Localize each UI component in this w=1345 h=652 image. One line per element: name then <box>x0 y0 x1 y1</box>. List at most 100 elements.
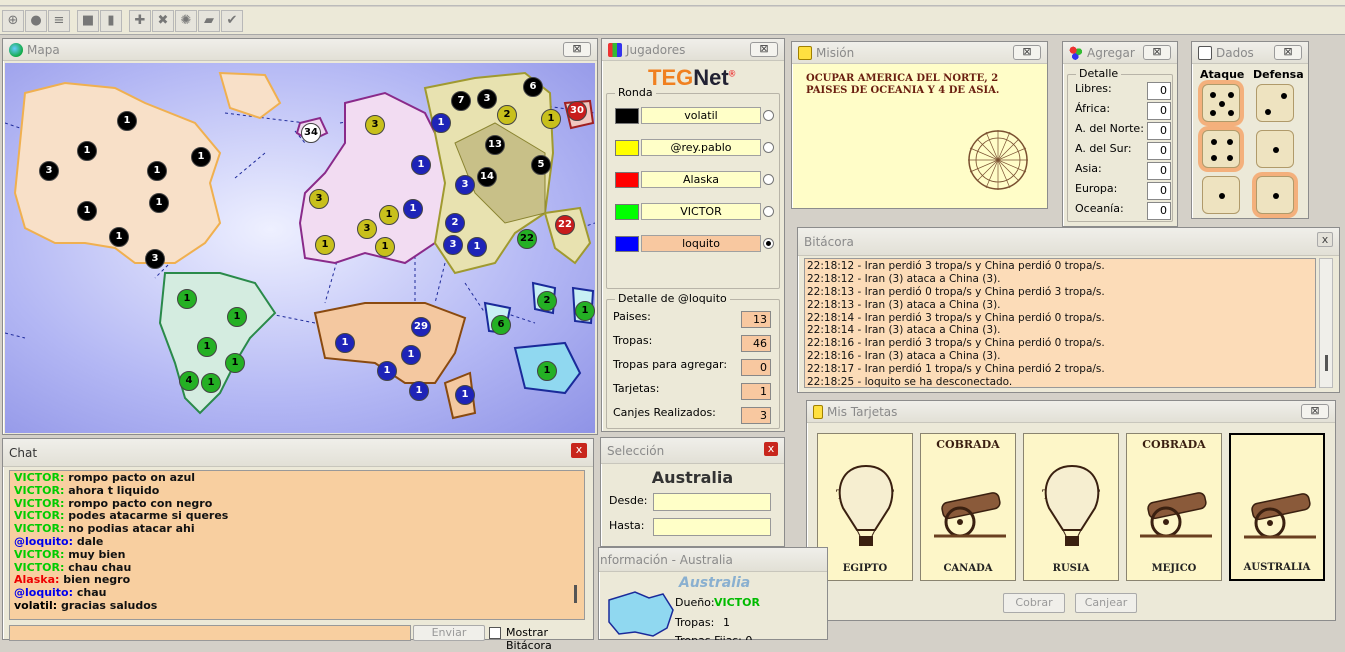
country-card[interactable]: TEGNETEGIPTO <box>817 433 913 581</box>
player-radio[interactable] <box>763 206 774 217</box>
country-card[interactable]: COBRADA MEJICO <box>1126 433 1222 581</box>
log-titlebar[interactable]: Bitácora x <box>798 228 1339 256</box>
players-titlebar[interactable]: Jugadores ⊠ <box>602 39 784 61</box>
troop-marker[interactable]: 14 <box>477 167 497 187</box>
troop-marker[interactable]: 1 <box>191 147 211 167</box>
agregar-titlebar[interactable]: Agregar ⊠ <box>1063 42 1177 64</box>
troop-marker[interactable]: 2 <box>445 213 465 233</box>
troop-marker[interactable]: 1 <box>575 301 595 321</box>
player-radio[interactable] <box>763 238 774 249</box>
troop-marker[interactable]: 4 <box>179 371 199 391</box>
add-icon[interactable]: ✚ <box>129 9 151 32</box>
troop-marker[interactable]: 22 <box>555 215 575 235</box>
chat-scroll-thumb[interactable] <box>574 585 577 603</box>
stop-icon[interactable]: ■ <box>77 9 99 32</box>
send-button[interactable]: Enviar <box>413 625 485 641</box>
troop-marker[interactable]: 3 <box>309 189 329 209</box>
chat-messages[interactable]: VICTOR: rompo pacto on azul VICTOR: ahora… <box>9 470 585 620</box>
troop-marker[interactable]: 1 <box>411 155 431 175</box>
troop-marker[interactable]: 1 <box>401 345 421 365</box>
player-radio[interactable] <box>763 110 774 121</box>
troop-marker[interactable]: 1 <box>409 381 429 401</box>
selection-close-button[interactable]: x <box>764 442 778 456</box>
dice-titlebar[interactable]: Dados ⊠ <box>1192 42 1308 64</box>
troop-marker[interactable]: 2 <box>537 291 557 311</box>
troop-marker[interactable]: 2 <box>497 105 517 125</box>
canjear-button[interactable]: Canjear <box>1075 593 1137 613</box>
troop-marker[interactable]: 1 <box>541 109 561 129</box>
country-card[interactable]: COBRADA CANADA <box>920 433 1016 581</box>
show-log-checkbox[interactable] <box>489 627 501 639</box>
player-row-4[interactable]: loquito <box>615 234 775 254</box>
player-radio[interactable] <box>763 142 774 153</box>
troop-marker[interactable]: 1 <box>201 373 221 393</box>
selection-titlebar[interactable]: Selección x <box>601 438 784 464</box>
cards-titlebar[interactable]: Mis Tarjetas ⊠ <box>807 401 1335 423</box>
player-row-1[interactable]: @rey.pablo <box>615 138 775 158</box>
troop-marker[interactable]: 1 <box>377 361 397 381</box>
troop-marker[interactable]: 1 <box>403 199 423 219</box>
mission-close-button[interactable]: ⊠ <box>1013 45 1041 60</box>
player-radio[interactable] <box>763 174 774 185</box>
troop-marker[interactable]: 1 <box>537 361 557 381</box>
troop-marker[interactable]: 1 <box>335 333 355 353</box>
troop-marker[interactable]: 1 <box>431 113 451 133</box>
player-row-0[interactable]: volatil <box>615 106 775 126</box>
gear-icon[interactable]: ✺ <box>175 9 197 32</box>
to-field[interactable] <box>653 518 771 536</box>
chat-close-button[interactable]: x <box>571 443 587 458</box>
cards-close-button[interactable]: ⊠ <box>1301 404 1329 419</box>
cobrar-button[interactable]: Cobrar <box>1003 593 1065 613</box>
log-scrollbar[interactable] <box>1319 258 1333 388</box>
troop-marker[interactable]: 1 <box>467 237 487 257</box>
from-field[interactable] <box>653 493 771 511</box>
troop-marker[interactable]: 1 <box>77 141 97 161</box>
troop-marker[interactable]: 6 <box>523 77 543 97</box>
pause-icon[interactable]: ▮ <box>100 9 122 32</box>
country-card[interactable]: TEGNETRUSIA <box>1023 433 1119 581</box>
troop-marker[interactable]: 7 <box>451 91 471 111</box>
card-icon[interactable]: ▰ <box>198 9 220 32</box>
troop-marker[interactable]: 3 <box>477 89 497 109</box>
troop-marker[interactable]: 22 <box>517 229 537 249</box>
troop-marker[interactable]: 3 <box>145 249 165 269</box>
troop-marker[interactable]: 1 <box>455 385 475 405</box>
troop-marker[interactable]: 3 <box>357 219 377 239</box>
connect-icon[interactable]: ⊕ <box>2 9 24 32</box>
chat-input[interactable] <box>9 625 411 641</box>
map-close-button[interactable]: ⊠ <box>563 42 591 57</box>
troop-marker[interactable]: 30 <box>567 101 587 121</box>
troop-marker[interactable]: 3 <box>365 115 385 135</box>
troop-marker[interactable]: 29 <box>411 317 431 337</box>
mission-titlebar[interactable]: Misión ⊠ <box>792 42 1047 64</box>
troop-marker[interactable]: 13 <box>485 135 505 155</box>
players-close-button[interactable]: ⊠ <box>750 42 778 57</box>
disconnect-icon[interactable]: ● <box>25 9 47 32</box>
troop-marker[interactable]: 6 <box>491 315 511 335</box>
troop-marker[interactable]: 1 <box>117 111 137 131</box>
troop-marker[interactable]: 1 <box>379 205 399 225</box>
chat-titlebar[interactable]: Chat x <box>3 439 593 467</box>
player-row-3[interactable]: VICTOR <box>615 202 775 222</box>
attack-icon[interactable]: ✖ <box>152 9 174 32</box>
country-card[interactable]: AUSTRALIA <box>1229 433 1325 581</box>
troop-marker[interactable]: 1 <box>147 161 167 181</box>
troop-marker[interactable]: 3 <box>455 175 475 195</box>
dice-close-button[interactable]: ⊠ <box>1274 45 1302 60</box>
world-map[interactable]: 1 1 3 1 1 1 1 1 3 34 3 1 3 1 3 1 1 1 7 3 6 1 2 1 13 14 5 3 2 3 1 22 30 22… <box>5 63 595 433</box>
check-icon[interactable]: ✔ <box>221 9 243 32</box>
troop-marker[interactable]: 1 <box>225 353 245 373</box>
troop-marker[interactable]: 1 <box>227 307 247 327</box>
troop-marker[interactable]: 1 <box>109 227 129 247</box>
troop-marker[interactable]: 1 <box>197 337 217 357</box>
troop-marker[interactable]: 1 <box>375 237 395 257</box>
log-close-button[interactable]: x <box>1317 232 1333 247</box>
troop-marker[interactable]: 3 <box>39 161 59 181</box>
troop-marker[interactable]: 5 <box>531 155 551 175</box>
map-titlebar[interactable]: Mapa ⊠ <box>3 39 597 61</box>
info-titlebar[interactable]: nformación - Australia <box>599 548 827 572</box>
troop-marker[interactable]: 1 <box>315 235 335 255</box>
troop-marker[interactable]: 34 <box>301 123 321 143</box>
player-row-2[interactable]: Alaska <box>615 170 775 190</box>
log-list[interactable]: 22:18:12 - Iran perdió 3 tropa/s y China… <box>804 258 1316 388</box>
